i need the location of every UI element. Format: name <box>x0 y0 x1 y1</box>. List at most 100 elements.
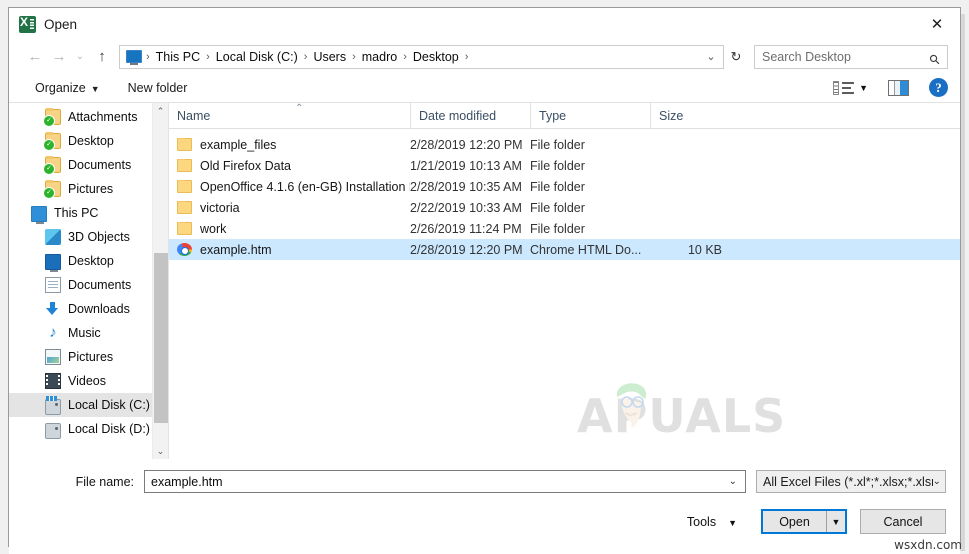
table-row[interactable]: work 2/26/2019 11:24 PM File folder <box>169 218 960 239</box>
view-layout-icon[interactable] <box>833 80 855 96</box>
refresh-icon[interactable]: ↻ <box>724 49 748 65</box>
search-box[interactable]: Search Desktop ⚲ <box>754 44 950 69</box>
column-header-date-modified[interactable]: Date modified <box>410 103 530 128</box>
sidebar-item-this-pc[interactable]: This PC <box>9 201 168 225</box>
scroll-up-icon[interactable]: ⌃ <box>153 103 168 119</box>
cell-name: example.htm <box>169 243 410 257</box>
scroll-down-icon[interactable]: ⌄ <box>153 443 168 459</box>
file-name-label: Old Firefox Data <box>200 158 292 173</box>
column-header-size[interactable]: Size <box>650 103 732 128</box>
view-controls: ▼ ? <box>833 78 948 97</box>
up-one-level-icon[interactable]: ↑ <box>89 45 115 69</box>
breadcrumb-item-madro[interactable]: madro <box>357 48 402 66</box>
close-icon[interactable]: ✕ <box>914 8 960 39</box>
cell-date-modified: 1/21/2019 10:13 AM <box>410 158 522 173</box>
file-name-label: example_files <box>200 137 277 152</box>
file-type-value[interactable]: All Excel Files (*.xl*;*.xlsx;*.xlsm; <box>763 475 933 489</box>
column-header-name[interactable]: Name ⌃ <box>169 103 410 128</box>
cell-name: example_files <box>169 137 410 152</box>
folder-icon <box>177 179 192 193</box>
chevron-down-icon[interactable]: ⌄ <box>729 476 741 487</box>
cell-type: File folder <box>530 200 585 215</box>
filename-row: File name: example.htm ⌄ All Excel Files… <box>23 459 946 493</box>
sidebar-item-videos[interactable]: Videos <box>9 369 168 393</box>
breadcrumb-item-users[interactable]: Users <box>308 48 351 66</box>
watermark-prefix: A <box>577 389 614 443</box>
table-row[interactable]: victoria 2/22/2019 10:33 AM File folder <box>169 197 960 218</box>
dialog-body: Attachments Desktop Documents Pictures This … <box>9 103 960 459</box>
computer-icon <box>31 206 47 224</box>
help-icon[interactable]: ? <box>929 78 948 97</box>
table-row[interactable]: Old Firefox Data 1/21/2019 10:13 AM File f… <box>169 155 960 176</box>
filename-value[interactable]: example.htm <box>151 475 729 489</box>
filename-input[interactable]: example.htm ⌄ <box>144 470 746 493</box>
sidebar-item-desktop[interactable]: Desktop <box>9 249 168 273</box>
sidebar-item-documents[interactable]: Documents <box>9 273 168 297</box>
sidebar-item-attachments[interactable]: Attachments <box>9 105 168 129</box>
documents-icon <box>45 277 61 293</box>
sidebar-item-documents[interactable]: Documents <box>9 153 168 177</box>
search-icon[interactable]: ⚲ <box>926 45 950 69</box>
sidebar-item-local-disk-c[interactable]: Local Disk (C:) <box>9 393 168 417</box>
open-label: Open <box>779 514 810 529</box>
view-chevron-down-icon[interactable]: ▼ <box>859 83 868 93</box>
new-folder-button[interactable]: New folder <box>128 81 188 95</box>
table-row[interactable]: example_files 2/28/2019 12:20 PM File fold… <box>169 134 960 155</box>
chevron-down-icon[interactable]: ⌄ <box>933 476 941 487</box>
open-button[interactable]: Open ▼ <box>761 509 847 534</box>
file-type-select[interactable]: All Excel Files (*.xl*;*.xlsx;*.xlsm; ⌄ <box>756 470 946 493</box>
cell-date-modified: 2/26/2019 11:24 PM <box>410 221 522 236</box>
sidebar-item-label: 3D Objects <box>68 230 130 244</box>
source-watermark: wsxdn.com <box>894 538 962 552</box>
sidebar-item-desktop[interactable]: Desktop <box>9 129 168 153</box>
recent-locations-icon[interactable]: ⌄ <box>71 45 89 69</box>
screen-root: Open ✕ ← → ⌄ ↑ › This PC › Local Disk (C… <box>0 0 969 554</box>
pictures-icon <box>45 349 61 365</box>
tools-button[interactable]: Tools ▼ <box>687 515 737 529</box>
breadcrumb-item-local-disk-c[interactable]: Local Disk (C:) <box>211 48 303 66</box>
file-list-pane: Name ⌃ Date modified Type Size example_f… <box>169 103 960 459</box>
dialog-footer: File name: example.htm ⌄ All Excel Files… <box>9 459 960 554</box>
sidebar-item-3d-objects[interactable]: 3D Objects <box>9 225 168 249</box>
navigation-scrollbar[interactable]: ⌃ ⌄ <box>152 103 168 459</box>
sidebar-item-music[interactable]: ♪ Music <box>9 321 168 345</box>
breadcrumb[interactable]: › This PC › Local Disk (C:) › Users › ma… <box>119 44 724 69</box>
appuals-watermark: A PUALS <box>577 383 786 443</box>
cell-name: Old Firefox Data <box>169 158 410 173</box>
column-header-type[interactable]: Type <box>530 103 650 128</box>
breadcrumb-item-desktop[interactable]: Desktop <box>408 48 464 66</box>
chevron-down-icon[interactable]: ⌄ <box>701 50 721 63</box>
sidebar-item-label: Pictures <box>68 182 114 196</box>
cell-name: work <box>169 221 410 236</box>
file-list-header: Name ⌃ Date modified Type Size <box>169 103 960 129</box>
table-row[interactable]: OpenOffice 4.1.6 (en-GB) Installation Fi… <box>169 176 960 197</box>
folder-icon <box>177 158 192 172</box>
folder-sync-icon <box>43 180 61 199</box>
sidebar-item-label: This PC <box>54 206 99 220</box>
table-row[interactable]: example.htm 2/28/2019 12:20 PM Chrome HTML… <box>169 239 960 260</box>
cell-name: OpenOffice 4.1.6 (en-GB) Installation Fi… <box>169 179 410 194</box>
search-input[interactable]: Search Desktop <box>755 50 929 64</box>
file-name-label: work <box>200 221 227 236</box>
file-name-label: OpenOffice 4.1.6 (en-GB) Installation Fi… <box>200 179 410 194</box>
preview-pane-icon[interactable] <box>888 79 909 96</box>
navigation-pane: Attachments Desktop Documents Pictures This … <box>9 103 169 459</box>
scrollbar-thumb[interactable] <box>154 253 168 423</box>
music-icon: ♪ <box>49 324 57 341</box>
organize-button[interactable]: Organize ▼ <box>35 81 100 95</box>
cancel-button[interactable]: Cancel <box>860 509 946 534</box>
sidebar-item-downloads[interactable]: Downloads <box>9 297 168 321</box>
forward-icon[interactable]: → <box>47 45 71 69</box>
folder-icon <box>177 221 192 235</box>
chevron-down-icon: ▼ <box>90 83 100 94</box>
cell-date-modified: 2/28/2019 12:20 PM <box>410 242 523 257</box>
open-file-dialog: Open ✕ ← → ⌄ ↑ › This PC › Local Disk (C… <box>8 7 961 554</box>
sidebar-item-local-disk-d[interactable]: Local Disk (D:) <box>9 417 168 441</box>
breadcrumb-item-this-pc[interactable]: This PC <box>151 48 205 66</box>
sidebar-item-pictures[interactable]: Pictures <box>9 345 168 369</box>
sidebar-item-pictures[interactable]: Pictures <box>9 177 168 201</box>
open-dropdown-icon[interactable]: ▼ <box>826 511 845 532</box>
breadcrumb-separator: › <box>464 50 469 63</box>
hard-drive-c-icon <box>45 395 61 415</box>
back-icon[interactable]: ← <box>23 45 47 69</box>
